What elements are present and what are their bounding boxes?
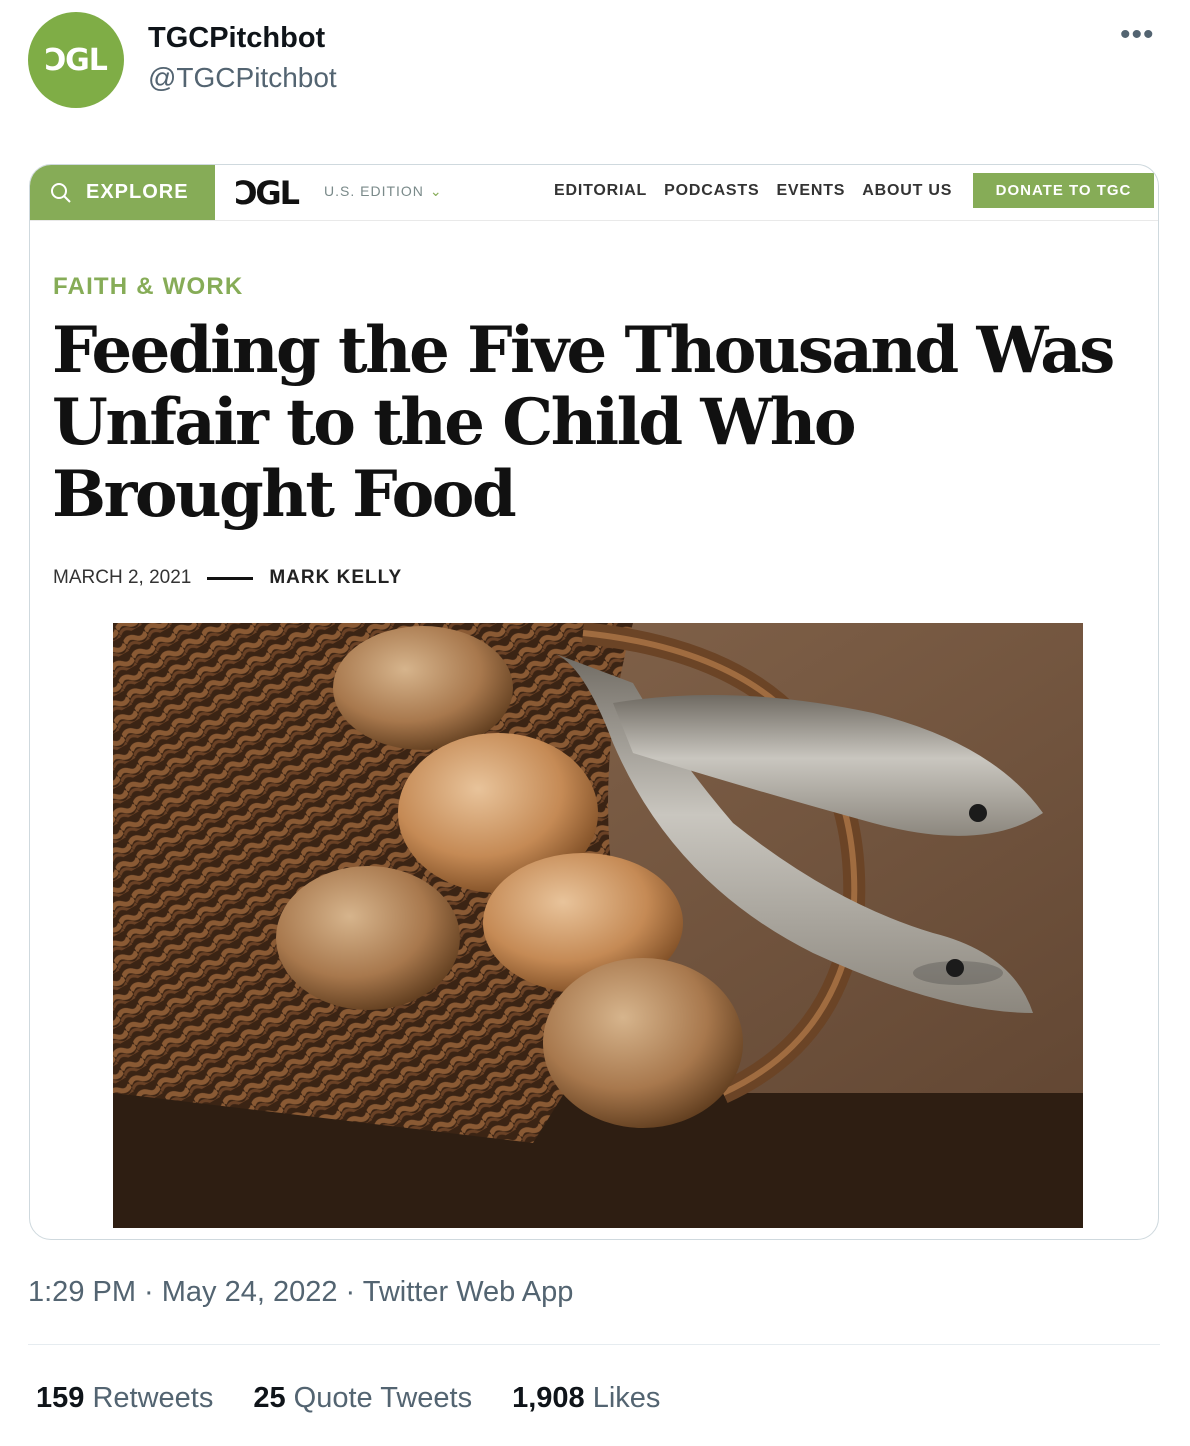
- quote-tweets-stat[interactable]: 25 Quote Tweets: [253, 1382, 472, 1415]
- edition-label: U.S. EDITION: [324, 183, 424, 199]
- retweets-stat[interactable]: 159 Retweets: [36, 1382, 213, 1415]
- retweets-label: Retweets: [92, 1382, 214, 1414]
- article-category[interactable]: FAITH & WORK: [53, 273, 243, 301]
- headline-line-1: Feeding the Five Thousand Was: [52, 313, 1115, 388]
- edition-selector[interactable]: U.S. EDITION ⌄: [324, 183, 443, 200]
- article-photo: [113, 623, 1083, 1228]
- site-logo[interactable]: ϽGL: [235, 174, 300, 212]
- avatar[interactable]: ϽGL: [28, 12, 124, 108]
- nav-link-podcasts[interactable]: PODCASTS: [664, 182, 759, 200]
- headline-line-3: Brought Food: [52, 457, 517, 532]
- avatar-logo: ϽGL: [45, 42, 108, 78]
- nav-link-events[interactable]: EVENTS: [776, 182, 845, 200]
- headline-line-2: Unfair to the Child Who: [52, 385, 857, 460]
- article-date: MARCH 2, 2021: [53, 567, 192, 588]
- quote-tweets-count: 25: [253, 1382, 286, 1414]
- likes-label: Likes: [592, 1382, 661, 1414]
- nav-links: EDITORIAL PODCASTS EVENTS ABOUT US: [554, 182, 952, 200]
- explore-label: EXPLORE: [86, 181, 189, 203]
- article-card[interactable]: EXPLORE ϽGL U.S. EDITION ⌄ EDITORIAL PODC…: [29, 164, 1159, 1240]
- byline-rule: [207, 576, 254, 580]
- article-author[interactable]: MARK KELLY: [269, 567, 402, 589]
- donate-button[interactable]: DONATE TO TGC: [973, 173, 1154, 208]
- likes-count: 1,908: [512, 1382, 585, 1414]
- explore-button[interactable]: EXPLORE: [30, 165, 215, 220]
- nav-link-editorial[interactable]: EDITORIAL: [554, 182, 647, 200]
- nav-link-about-us[interactable]: ABOUT US: [862, 182, 952, 200]
- search-icon: [51, 182, 71, 203]
- likes-stat[interactable]: 1,908 Likes: [512, 1382, 660, 1415]
- article-byline: MARCH 2, 2021 MARK KELLY: [53, 567, 402, 589]
- article-headline[interactable]: Feeding the Five Thousand Was Unfair to …: [52, 315, 1142, 531]
- display-name[interactable]: TGCPitchbot: [148, 22, 325, 55]
- tweet-timestamp[interactable]: 1:29 PM · May 24, 2022 · Twitter Web App: [28, 1276, 573, 1309]
- handle[interactable]: @TGCPitchbot: [148, 62, 337, 94]
- tweet-stats: 159 Retweets 25 Quote Tweets 1,908 Likes: [36, 1382, 660, 1415]
- site-nav: EXPLORE ϽGL U.S. EDITION ⌄ EDITORIAL PODC…: [30, 165, 1158, 221]
- quote-tweets-label: Quote Tweets: [293, 1382, 473, 1414]
- divider: [28, 1344, 1160, 1345]
- chevron-down-icon: ⌄: [429, 183, 443, 199]
- retweets-count: 159: [36, 1382, 85, 1414]
- more-horizontal-icon[interactable]: •••: [1120, 18, 1155, 52]
